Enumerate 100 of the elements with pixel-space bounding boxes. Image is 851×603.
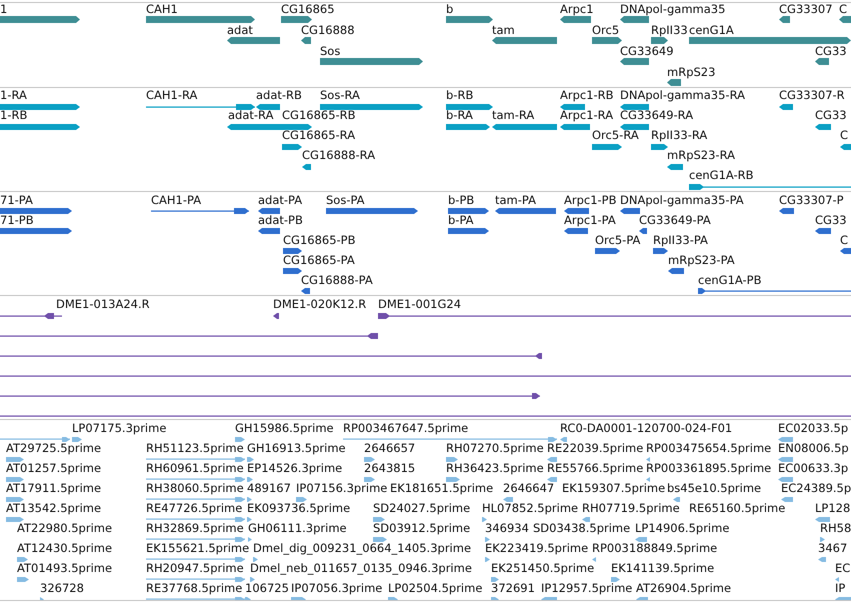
feature-glyph[interactable] [492, 37, 557, 44]
feature-glyph[interactable] [281, 16, 312, 23]
feature-glyph[interactable] [779, 208, 794, 214]
feature-label: CG16865 [281, 3, 335, 16]
feature-glyph[interactable] [378, 313, 851, 319]
feature-label: CG33649-RA [620, 109, 694, 122]
feature-glyph[interactable] [448, 228, 489, 234]
feature-glyph[interactable] [639, 228, 647, 234]
feature-label: LP128 [815, 502, 850, 515]
feature-glyph[interactable] [560, 124, 590, 130]
feature-label: RH36423.5prime [446, 462, 544, 475]
feature-label: b-RA [446, 109, 473, 122]
feature-label: adat-RA [228, 109, 274, 122]
feature-glyph[interactable] [258, 228, 280, 234]
feature-glyph[interactable] [620, 208, 640, 214]
feature-label: AT26904.5prime [636, 582, 732, 595]
feature-glyph[interactable] [448, 208, 489, 214]
feature-glyph[interactable] [0, 333, 378, 339]
feature-glyph[interactable] [495, 208, 556, 214]
feature-label: adat [227, 24, 253, 37]
feature-label: EK159307.5prime [562, 482, 666, 495]
feature-glyph[interactable] [0, 373, 851, 379]
feature-glyph[interactable] [620, 104, 649, 110]
feature-glyph[interactable] [0, 228, 72, 234]
feature-glyph[interactable] [151, 208, 249, 214]
feature-label: AT13542.5prime [6, 502, 102, 515]
feature-label: RH07270.5prime [446, 442, 544, 455]
feature-glyph[interactable] [667, 164, 683, 170]
feature-glyph[interactable] [283, 248, 302, 254]
feature-glyph[interactable] [0, 313, 62, 319]
feature-glyph[interactable] [0, 16, 80, 23]
feature-label: LP14906.5prime [635, 522, 730, 535]
feature-label: IP12957.5prime [541, 582, 632, 595]
feature-glyph[interactable] [0, 104, 80, 110]
feature-glyph[interactable] [620, 58, 649, 65]
feature-label: adat-RB [256, 89, 302, 102]
feature-glyph[interactable] [560, 16, 591, 23]
feature-label: adat-PA [258, 194, 302, 207]
feature-glyph[interactable] [595, 248, 620, 254]
feature-glyph[interactable] [815, 124, 831, 130]
feature-label: GH15986.5prime [235, 422, 334, 435]
feature-glyph[interactable] [779, 16, 790, 23]
feature-label: EK155621.5prime [146, 542, 250, 555]
feature-glyph[interactable] [592, 144, 622, 150]
feature-label: CG33649 [620, 45, 674, 58]
feature-glyph[interactable] [0, 393, 540, 399]
feature-glyph[interactable] [698, 288, 851, 294]
feature-label: HL07852.5prime [482, 502, 578, 515]
feature-label: 71-PB [0, 214, 34, 227]
feature-glyph[interactable] [492, 124, 557, 130]
feature-glyph[interactable] [256, 104, 280, 110]
feature-glyph[interactable] [653, 248, 668, 254]
feature-label: Orc5-PA [595, 234, 640, 247]
feature-label: b [446, 3, 454, 16]
feature-label: bs45e10.5prime [667, 482, 762, 495]
feature-glyph[interactable] [620, 124, 649, 130]
feature-glyph[interactable] [564, 208, 589, 214]
feature-glyph[interactable] [282, 124, 312, 130]
feature-glyph[interactable] [446, 124, 490, 130]
feature-glyph[interactable] [689, 184, 851, 190]
feature-glyph[interactable] [282, 144, 302, 150]
feature-label: EK223419.5prime [485, 542, 588, 555]
feature-glyph[interactable] [779, 104, 793, 110]
feature-glyph[interactable] [840, 248, 851, 254]
feature-label: GH06111.3prime [248, 522, 347, 535]
feature-label: b-RB [446, 89, 474, 102]
feature-glyph[interactable] [301, 288, 310, 294]
feature-glyph[interactable] [564, 228, 588, 234]
feature-label: Arpc1-PA [564, 214, 616, 227]
feature-glyph[interactable] [840, 144, 851, 150]
feature-label: CAH1 [146, 3, 178, 16]
feature-glyph[interactable] [446, 104, 493, 110]
feature-glyph[interactable] [258, 208, 280, 214]
feature-glyph[interactable] [651, 37, 668, 44]
feature-label: IP07156.3prime [296, 482, 388, 495]
feature-label: CAH1-PA [151, 194, 202, 207]
feature-glyph[interactable] [326, 208, 418, 214]
feature-glyph[interactable] [302, 164, 311, 170]
feature-glyph[interactable] [667, 79, 681, 86]
feature-glyph[interactable] [446, 16, 493, 23]
feature-glyph[interactable] [815, 228, 831, 234]
feature-glyph[interactable] [592, 37, 622, 44]
feature-glyph[interactable] [0, 413, 851, 419]
feature-label: 489167 [247, 482, 291, 495]
feature-glyph[interactable] [0, 208, 72, 214]
feature-glyph[interactable] [620, 16, 649, 23]
feature-glyph[interactable] [839, 16, 851, 23]
feature-glyph[interactable] [815, 58, 829, 65]
feature-glyph[interactable] [227, 124, 282, 130]
feature-glyph[interactable] [651, 144, 668, 150]
feature-glyph[interactable] [283, 268, 302, 274]
feature-label: AT12430.5prime [17, 542, 112, 555]
feature-glyph[interactable] [0, 353, 542, 359]
feature-glyph[interactable] [301, 37, 311, 44]
feature-glyph[interactable] [273, 313, 279, 319]
feature-glyph[interactable] [227, 37, 280, 44]
feature-label: EK141139.5prime [611, 562, 714, 575]
feature-glyph[interactable] [0, 124, 80, 130]
feature-glyph[interactable] [668, 268, 684, 274]
feature-glyph[interactable] [560, 104, 585, 110]
